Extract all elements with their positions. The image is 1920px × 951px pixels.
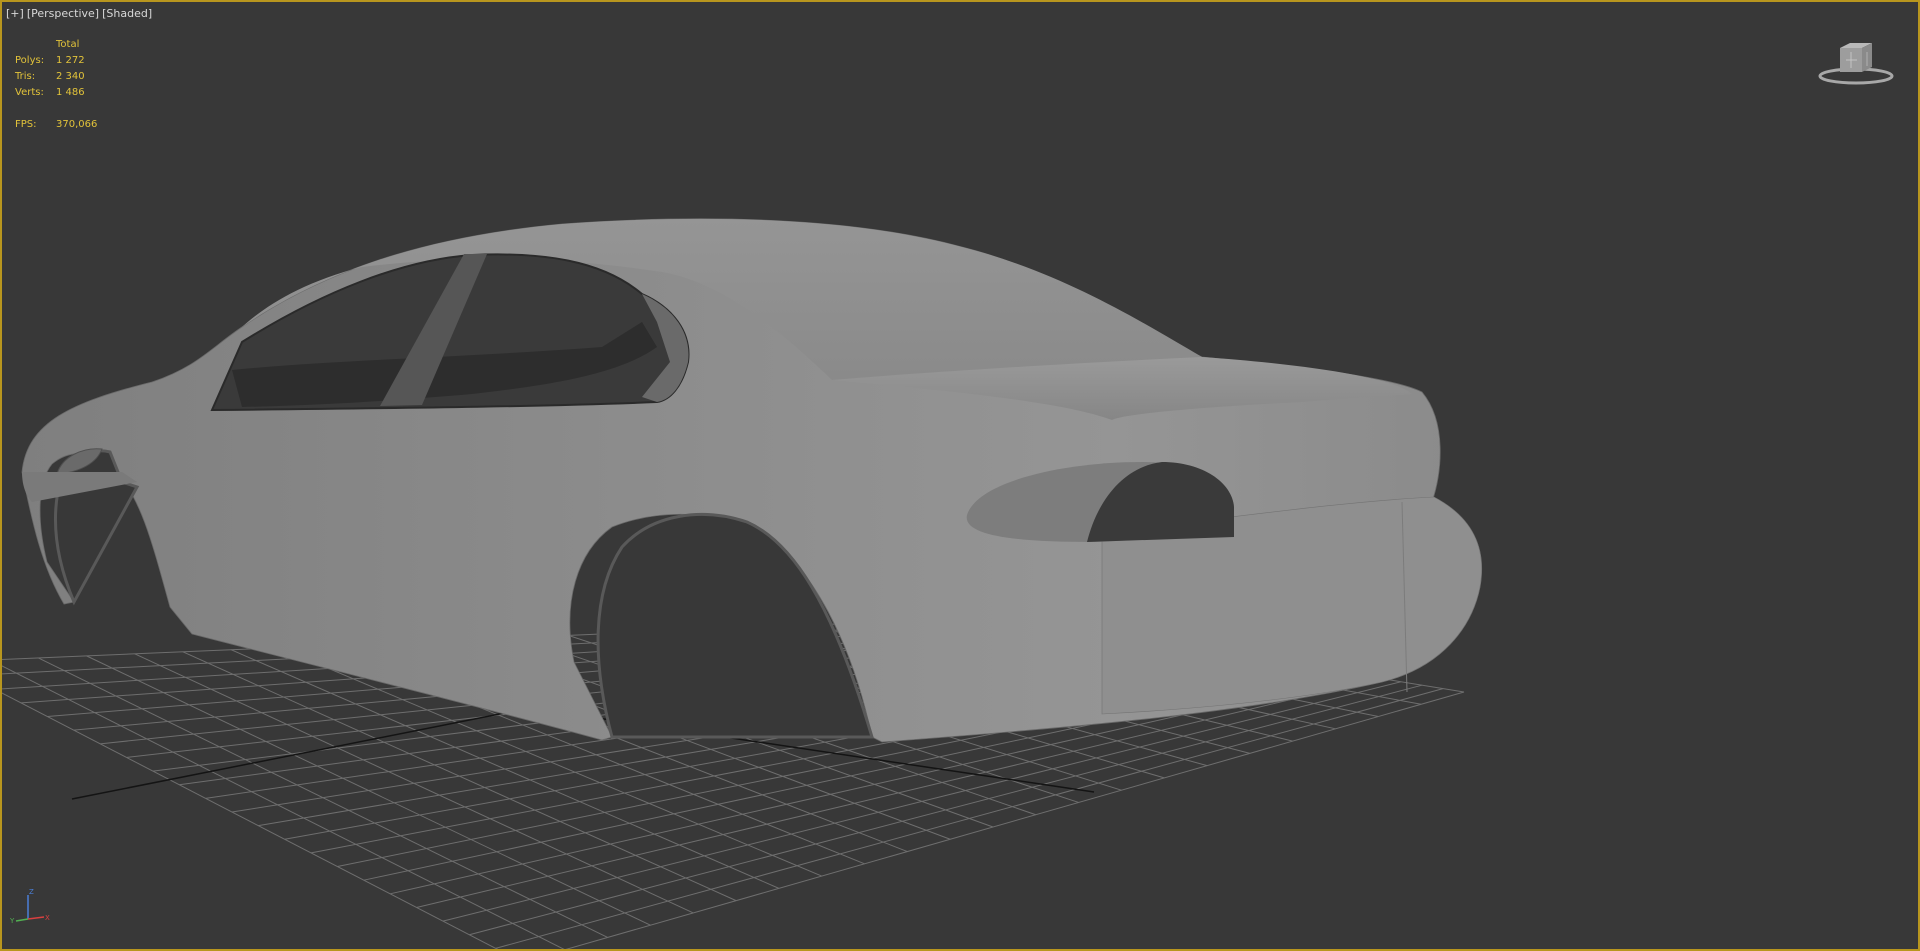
perspective-viewport[interactable]: [+] [Perspective] [Shaded] Total Polys: … xyxy=(0,0,1920,951)
axis-tripod-icon: Z X Y xyxy=(9,888,50,925)
fps-value: 370,066 xyxy=(56,119,98,130)
stats-value: 1 486 xyxy=(56,87,85,98)
axis-z-label: Z xyxy=(29,888,34,896)
stats-row-tris: Tris: 2 340 xyxy=(15,69,97,85)
viewport-label: [+] [Perspective] [Shaded] xyxy=(6,7,152,20)
stats-row-verts: Verts: 1 486 xyxy=(15,85,97,101)
axis-y-label: Y xyxy=(9,917,15,925)
stats-key: Polys: xyxy=(15,55,45,66)
scene-render[interactable] xyxy=(2,2,1920,951)
fps-key: FPS: xyxy=(15,119,37,130)
viewport-shading-menu[interactable]: [Shaded] xyxy=(102,7,152,20)
statistics-overlay: Total Polys: 1 272 Tris: 2 340 Verts: 1 … xyxy=(15,37,97,133)
stats-key: Verts: xyxy=(15,87,44,98)
stats-value: 1 272 xyxy=(56,55,85,66)
stats-key: Tris: xyxy=(15,71,36,82)
viewport-view-menu[interactable]: [Perspective] xyxy=(27,7,99,20)
stats-header-row: Total xyxy=(15,37,97,53)
stats-value: 2 340 xyxy=(56,71,85,82)
axis-y-line xyxy=(15,918,29,922)
car-body-model xyxy=(21,218,1483,743)
stats-row-polys: Polys: 1 272 xyxy=(15,53,97,69)
axis-x-label: X xyxy=(45,914,50,922)
stats-row-fps: FPS: 370,066 xyxy=(15,117,97,133)
viewport-menu-plus[interactable]: [+] xyxy=(6,7,24,20)
stats-header: Total xyxy=(56,39,80,50)
viewcube-icon[interactable] xyxy=(1818,40,1898,90)
axis-x-line xyxy=(27,916,45,920)
